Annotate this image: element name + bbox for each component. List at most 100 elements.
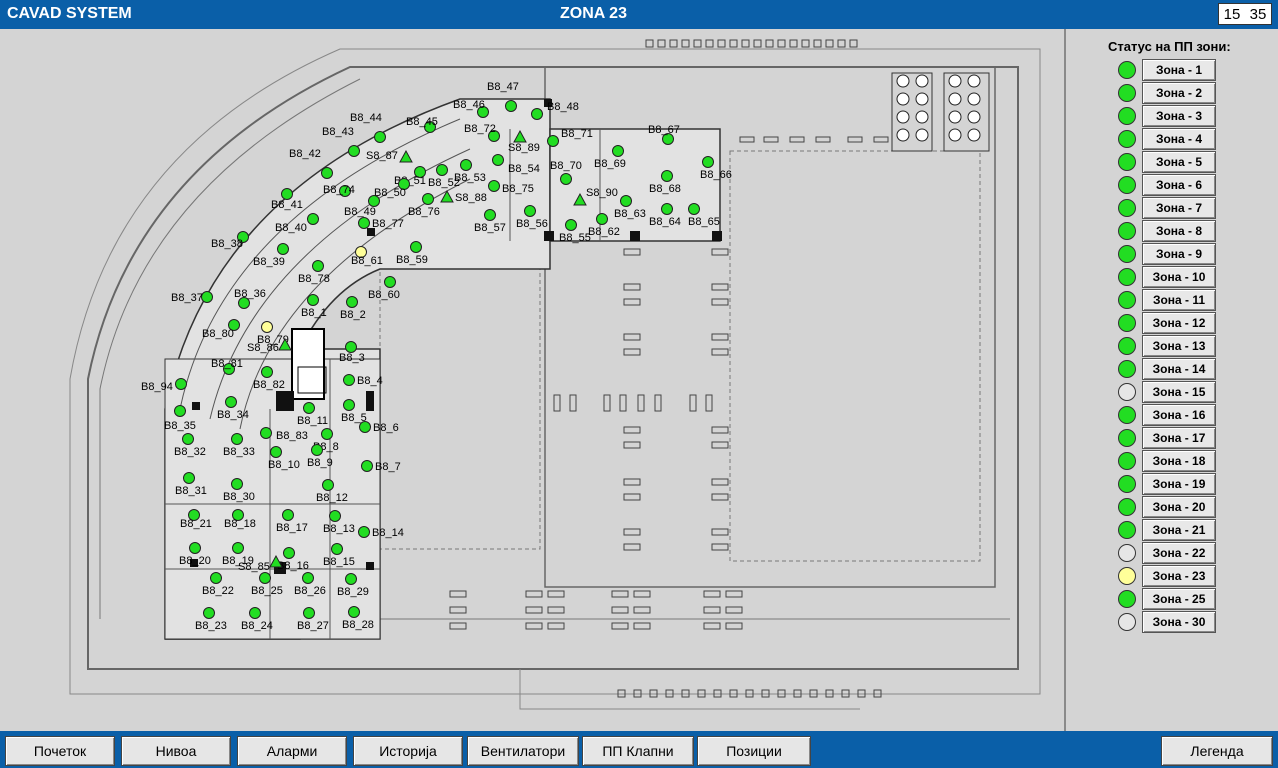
zone-button[interactable]: Зона - 21 (1142, 519, 1216, 541)
smoke-detector-icon[interactable] (343, 374, 355, 386)
smoke-detector-icon[interactable] (345, 341, 357, 353)
zone-button[interactable]: Зона - 16 (1142, 404, 1216, 426)
smoke-detector-icon[interactable] (661, 170, 673, 182)
smoke-detector-icon[interactable] (492, 154, 504, 166)
smoke-detector-icon[interactable] (174, 405, 186, 417)
zone-button[interactable]: Зона - 23 (1142, 565, 1216, 587)
zone-button[interactable]: Зона - 9 (1142, 243, 1216, 265)
zone-button[interactable]: Зона - 13 (1142, 335, 1216, 357)
smoke-detector-icon[interactable] (661, 203, 673, 215)
smoke-detector-icon[interactable] (346, 296, 358, 308)
smoke-detector-icon[interactable] (345, 573, 357, 585)
zone-button[interactable]: Зона - 10 (1142, 266, 1216, 288)
smoke-detector-icon[interactable] (359, 421, 371, 433)
smoke-detector-icon[interactable] (259, 572, 271, 584)
smoke-detector-icon[interactable] (201, 291, 213, 303)
smoke-detector-icon[interactable] (283, 547, 295, 559)
smoke-detector-icon[interactable] (361, 460, 373, 472)
smoke-detector-icon[interactable] (231, 478, 243, 490)
smoke-detector-icon[interactable] (505, 100, 517, 112)
zone-button[interactable]: Зона - 11 (1142, 289, 1216, 311)
zone-button[interactable]: Зона - 8 (1142, 220, 1216, 242)
nav-positions-button[interactable]: Позиции (697, 736, 811, 766)
smoke-detector-icon[interactable] (277, 243, 289, 255)
zone-button[interactable]: Зона - 6 (1142, 174, 1216, 196)
zone-button[interactable]: Зона - 12 (1142, 312, 1216, 334)
zone-button[interactable]: Зона - 19 (1142, 473, 1216, 495)
smoke-detector-icon[interactable] (343, 399, 355, 411)
nav-dampers-button[interactable]: ПП Клапни (582, 736, 694, 766)
smoke-detector-icon[interactable] (560, 173, 572, 185)
zone-button[interactable]: Зона - 15 (1142, 381, 1216, 403)
smoke-detector-icon[interactable] (436, 164, 448, 176)
smoke-detector-icon[interactable] (484, 209, 496, 221)
smoke-detector-icon[interactable] (547, 135, 559, 147)
smoke-detector-icon[interactable] (231, 433, 243, 445)
smoke-detector-icon[interactable] (368, 195, 380, 207)
smoke-detector-icon[interactable] (282, 509, 294, 521)
smoke-detector-icon[interactable] (175, 378, 187, 390)
smoke-detector-icon[interactable] (329, 510, 341, 522)
smoke-detector-icon[interactable] (321, 428, 333, 440)
smoke-detector-icon[interactable] (303, 607, 315, 619)
smoke-detector-icon[interactable] (249, 607, 261, 619)
smoke-detector-icon[interactable] (182, 433, 194, 445)
smoke-detector-icon[interactable] (261, 321, 273, 333)
smoke-detector-icon[interactable] (232, 542, 244, 554)
smoke-detector-icon[interactable] (302, 572, 314, 584)
smoke-detector-icon[interactable] (524, 205, 536, 217)
zone-button[interactable]: Зона - 7 (1142, 197, 1216, 219)
zone-button[interactable]: Зона - 2 (1142, 82, 1216, 104)
smoke-detector-icon[interactable] (321, 167, 333, 179)
zone-button[interactable]: Зона - 30 (1142, 611, 1216, 633)
zone-button[interactable]: Зона - 20 (1142, 496, 1216, 518)
smoke-detector-icon[interactable] (311, 444, 323, 456)
smoke-detector-icon[interactable] (688, 203, 700, 215)
smoke-detector-icon[interactable] (612, 145, 624, 157)
nav-history-button[interactable]: Историја (353, 736, 463, 766)
smoke-detector-icon[interactable] (488, 180, 500, 192)
smoke-detector-icon[interactable] (281, 188, 293, 200)
smoke-detector-icon[interactable] (203, 607, 215, 619)
nav-home-button[interactable]: Почеток (5, 736, 115, 766)
zone-button[interactable]: Зона - 1 (1142, 59, 1216, 81)
smoke-detector-icon[interactable] (384, 276, 396, 288)
smoke-detector-icon[interactable] (322, 479, 334, 491)
nav-legend-button[interactable]: Легенда (1161, 736, 1273, 766)
smoke-detector-icon[interactable] (358, 526, 370, 538)
smoke-detector-icon[interactable] (189, 542, 201, 554)
nav-levels-button[interactable]: Нивоа (121, 736, 231, 766)
smoke-detector-icon[interactable] (261, 366, 273, 378)
smoke-detector-icon[interactable] (358, 217, 370, 229)
smoke-detector-icon[interactable] (702, 156, 714, 168)
smoke-detector-icon[interactable] (348, 145, 360, 157)
smoke-detector-icon[interactable] (531, 108, 543, 120)
smoke-detector-icon[interactable] (260, 427, 272, 439)
smoke-detector-icon[interactable] (565, 219, 577, 231)
smoke-detector-icon[interactable] (596, 213, 608, 225)
smoke-detector-icon[interactable] (183, 472, 195, 484)
smoke-detector-icon[interactable] (374, 131, 386, 143)
smoke-detector-icon[interactable] (312, 260, 324, 272)
zone-button[interactable]: Зона - 22 (1142, 542, 1216, 564)
zone-button[interactable]: Зона - 25 (1142, 588, 1216, 610)
smoke-detector-icon[interactable] (270, 446, 282, 458)
nav-fans-button[interactable]: Вентилатори (467, 736, 579, 766)
smoke-detector-icon[interactable] (410, 241, 422, 253)
nav-alarms-button[interactable]: Аларми (237, 736, 347, 766)
smoke-detector-icon[interactable] (307, 294, 319, 306)
smoke-detector-icon[interactable] (331, 543, 343, 555)
zone-button[interactable]: Зона - 5 (1142, 151, 1216, 173)
zone-button[interactable]: Зона - 17 (1142, 427, 1216, 449)
zone-button[interactable]: Зона - 3 (1142, 105, 1216, 127)
smoke-detector-icon[interactable] (225, 396, 237, 408)
smoke-detector-icon[interactable] (460, 159, 472, 171)
smoke-detector-icon[interactable] (210, 572, 222, 584)
zone-button[interactable]: Зона - 14 (1142, 358, 1216, 380)
zone-button[interactable]: Зона - 4 (1142, 128, 1216, 150)
smoke-detector-icon[interactable] (307, 213, 319, 225)
zone-button[interactable]: Зона - 18 (1142, 450, 1216, 472)
smoke-detector-icon[interactable] (620, 195, 632, 207)
smoke-detector-icon[interactable] (303, 402, 315, 414)
smoke-detector-icon[interactable] (348, 606, 360, 618)
